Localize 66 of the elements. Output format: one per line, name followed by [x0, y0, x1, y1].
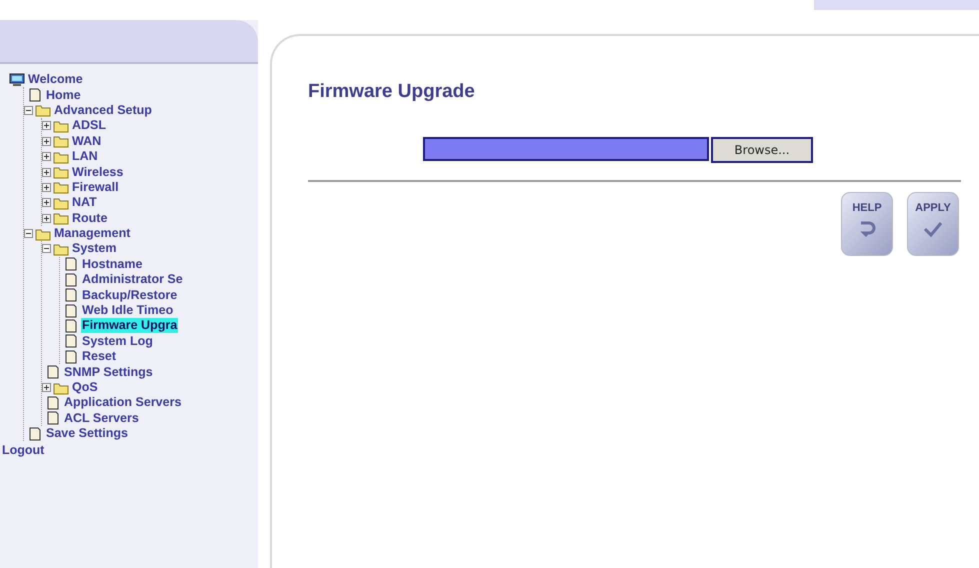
- document-icon: [63, 334, 79, 348]
- document-icon: [63, 257, 79, 272]
- tree-item[interactable]: System Log: [81, 334, 154, 349]
- tree-item[interactable]: Reset: [81, 349, 118, 364]
- tree-item[interactable]: Management: [53, 226, 132, 242]
- document-icon: [27, 88, 43, 102]
- expand-icon[interactable]: [42, 214, 51, 223]
- folder-icon: [53, 380, 69, 394]
- tree-item[interactable]: Application Servers: [63, 395, 182, 410]
- tree-item[interactable]: LAN: [71, 149, 99, 164]
- folder-icon: [53, 242, 69, 256]
- tree-item[interactable]: Welcome: [27, 72, 84, 88]
- expand-icon[interactable]: [42, 182, 51, 192]
- collapse-icon[interactable]: [42, 244, 51, 254]
- expand-icon[interactable]: [42, 383, 51, 392]
- tree-item[interactable]: ADSL: [71, 118, 108, 134]
- folder-icon: [53, 134, 69, 148]
- tree-item[interactable]: Save Settings: [45, 426, 129, 442]
- expand-icon[interactable]: [42, 136, 51, 146]
- expand-icon[interactable]: [42, 168, 51, 177]
- tree-item[interactable]: Advanced Setup: [53, 102, 153, 118]
- collapse-icon[interactable]: [24, 229, 33, 238]
- tree-item[interactable]: ACL Servers: [63, 410, 140, 426]
- checkmark-icon: [921, 220, 945, 240]
- folder-icon: [53, 118, 69, 133]
- folder-icon: [53, 180, 69, 194]
- tree-item[interactable]: Route: [71, 210, 108, 226]
- browse-button[interactable]: Browse...: [711, 137, 813, 163]
- tree-item[interactable]: QoS: [71, 380, 99, 395]
- document-icon: [63, 288, 79, 302]
- tree-item[interactable]: Administrator Se: [81, 272, 184, 288]
- expand-icon[interactable]: [42, 198, 51, 208]
- document-icon: [45, 411, 61, 426]
- tree-item[interactable]: Web Idle Timeo: [81, 303, 174, 318]
- tree-item[interactable]: Wireless: [71, 164, 124, 180]
- folder-icon: [35, 103, 51, 118]
- folder-icon: [53, 150, 69, 164]
- tree-item[interactable]: System: [71, 241, 118, 256]
- tree-item[interactable]: Firmware Upgra: [81, 318, 178, 334]
- help-button[interactable]: HELP: [841, 192, 893, 256]
- document-icon: [63, 272, 79, 287]
- tree-item[interactable]: Backup/Restore: [81, 288, 178, 303]
- page-title: Firmware Upgrade: [308, 81, 476, 103]
- tree-item[interactable]: Hostname: [81, 256, 144, 272]
- tree-item[interactable]: Home: [45, 88, 82, 103]
- tree-item[interactable]: Firewall: [71, 180, 120, 195]
- folder-icon: [53, 196, 69, 210]
- document-icon: [63, 318, 79, 333]
- expand-icon[interactable]: [42, 121, 51, 130]
- document-icon: [63, 304, 79, 318]
- tree-item[interactable]: WAN: [71, 134, 102, 149]
- document-icon: [45, 365, 61, 380]
- collapse-icon[interactable]: [24, 106, 33, 115]
- apply-button[interactable]: APPLY: [907, 192, 959, 256]
- logout-link[interactable]: Logout: [2, 443, 258, 458]
- tree-item[interactable]: SNMP Settings: [63, 364, 154, 380]
- file-path-field[interactable]: [423, 137, 709, 161]
- folder-icon: [53, 211, 69, 226]
- document-icon: [27, 426, 43, 441]
- folder-icon: [53, 165, 69, 180]
- document-icon: [45, 396, 61, 410]
- tree-item[interactable]: NAT: [71, 195, 98, 210]
- document-icon: [63, 350, 79, 364]
- computer-icon: [9, 72, 25, 87]
- folder-icon: [35, 226, 51, 241]
- expand-icon[interactable]: [42, 152, 51, 162]
